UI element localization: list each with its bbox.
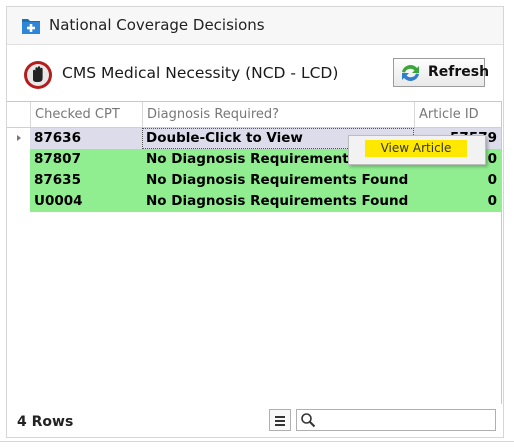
cell-diagnosis[interactable]: No Diagnosis Requirements Found [142,170,414,191]
table-row[interactable]: 87635 No Diagnosis Requirements Found 0 [7,170,501,191]
cell-checked-cpt[interactable]: 87635 [30,170,142,191]
panel-title: National Coverage Decisions [49,16,265,34]
column-header-checked-cpt[interactable]: Checked CPT [30,102,142,127]
menu-line [275,424,285,426]
subheader: CMS Medical Necessity (NCD - LCD) Refres… [7,45,503,100]
search-box[interactable] [296,409,496,431]
column-header-article-id[interactable]: Article ID [414,102,501,127]
cell-checked-cpt[interactable]: U0004 [30,191,142,212]
cell-article-id[interactable]: 0 [414,191,501,212]
refresh-label: Refresh [428,64,490,80]
row-indicator [7,191,30,212]
cell-checked-cpt[interactable]: 87636 [30,128,142,149]
refresh-button[interactable]: Refresh [393,58,489,87]
menu-line [275,416,285,418]
grid-footer: 4 Rows [7,404,503,437]
cell-checked-cpt[interactable]: 87807 [30,149,142,170]
search-icon [301,413,316,428]
context-menu: View Article [348,135,486,165]
rows-count: 4 Rows [17,414,74,430]
column-menu-button[interactable] [269,409,291,431]
row-indicator [7,128,30,149]
row-indicator [7,170,30,191]
table-row[interactable]: U0004 No Diagnosis Requirements Found 0 [7,191,501,212]
cell-article-id[interactable]: 0 [414,170,501,191]
refresh-arrows-icon [402,65,419,81]
grid-header: Checked CPT Diagnosis Required? Article … [7,102,501,128]
stop-hand-icon [24,61,52,89]
subheader-title: CMS Medical Necessity (NCD - LCD) [62,64,339,82]
context-menu-view-article[interactable]: View Article [365,140,467,157]
menu-line [275,420,285,422]
column-header-diagnosis[interactable]: Diagnosis Required? [142,102,414,127]
ncd-panel: National Coverage Decisions CMS Medical … [6,6,504,438]
divider [0,441,514,442]
row-indicator [7,149,30,170]
folder-plus-icon [22,19,40,34]
search-input[interactable] [319,411,495,431]
row-indicator-arrow-icon [17,135,21,141]
panel-header: National Coverage Decisions [7,7,503,45]
cell-diagnosis[interactable]: No Diagnosis Requirements Found [142,191,414,212]
